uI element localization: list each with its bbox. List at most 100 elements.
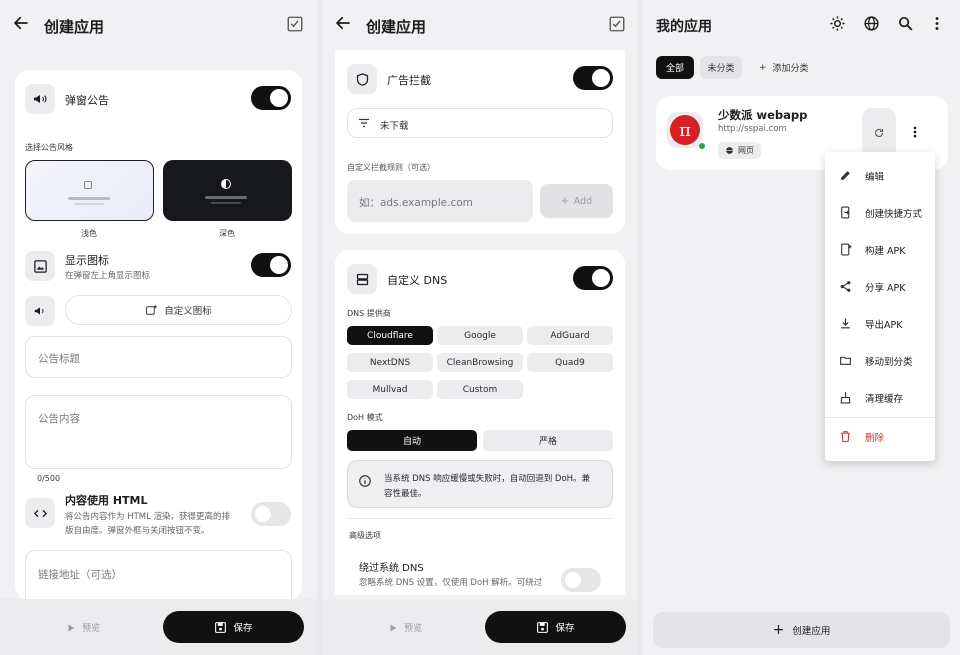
shield-icon — [347, 64, 377, 94]
preview-button[interactable]: 预览 — [66, 621, 100, 634]
preview-label: 预览 — [82, 624, 101, 634]
checklist-icon[interactable] — [286, 15, 304, 33]
save-button[interactable]: 保存 — [485, 611, 626, 643]
add-rule-label: Add — [573, 195, 593, 207]
refresh-button[interactable] — [862, 108, 896, 158]
provider-chip-cleanbrowsing[interactable]: CleanBrowsing — [437, 353, 523, 372]
save-label: 保存 — [555, 623, 575, 634]
style-dark-option[interactable] — [163, 160, 292, 221]
provider-chip-cloudflare[interactable]: Cloudflare — [347, 326, 433, 345]
web-icon — [726, 147, 733, 154]
dns-card: 自定义 DNS DNS 提供商 Cloudflare Google AdGuar… — [335, 250, 625, 595]
html-sub-line-2: 版自由度。弹窗外框与关闭按钮不变。 — [65, 526, 210, 536]
screen-create-app-announcement: 创建应用 弹窗公告 选择公告风格 浅色 深色 显示图标 在弹窗左上角显示图标 自… — [0, 0, 317, 655]
announcement-title-placeholder: 公告标题 — [38, 353, 80, 365]
adblock-label: 广告拦截 — [387, 74, 431, 87]
edit-icon — [825, 169, 865, 182]
announcement-content-input[interactable]: 公告内容 — [25, 395, 292, 469]
more-vert-icon[interactable] — [912, 125, 918, 139]
menu-label-export-apk: 导出APK — [865, 319, 903, 331]
not-downloaded-label: 未下载 — [380, 121, 409, 132]
dns-server-icon — [347, 264, 377, 294]
bypass-label: 绕过系统 DNS — [359, 563, 424, 574]
style-light-label: 浅色 — [81, 229, 97, 238]
search-icon[interactable] — [897, 15, 914, 32]
announcement-title-input[interactable]: 公告标题 — [25, 336, 292, 378]
custom-icon-button[interactable]: 自定义图标 — [65, 295, 292, 325]
checklist-icon[interactable] — [608, 15, 626, 33]
app-icon: π — [667, 112, 706, 150]
menu-label-edit: 编辑 — [865, 171, 885, 183]
link-placeholder: 链接地址（可选） — [38, 569, 122, 581]
adblock-toggle[interactable] — [573, 66, 613, 90]
tab-all[interactable]: 全部 — [656, 56, 694, 79]
provider-chip-google[interactable]: Google — [437, 326, 523, 345]
status-dot — [698, 142, 706, 150]
more-vert-icon[interactable] — [933, 15, 941, 32]
provider-chip-quad9[interactable]: Quad9 — [527, 353, 613, 372]
menu-item-share-apk[interactable]: 分享 APK — [825, 268, 935, 305]
style-label: 选择公告风格 — [25, 143, 73, 152]
provider-chip-custom[interactable]: Custom — [437, 380, 523, 399]
show-icon-toggle[interactable] — [251, 253, 291, 277]
add-rule-button[interactable]: + Add — [540, 184, 613, 218]
add-image-icon — [145, 304, 158, 317]
doh-strict-option[interactable]: 严格 — [483, 430, 613, 451]
screen-my-apps: 我的应用 全部 未分类 + 添加分类 π 少数派 webapp http://s… — [643, 0, 960, 655]
doh-auto-option[interactable]: 自动 — [347, 430, 477, 451]
bottom-action-bar: 预览 保存 — [322, 599, 638, 655]
show-icon-sub: 在弹窗左上角显示图标 — [65, 271, 151, 281]
menu-item-edit[interactable]: 编辑 — [825, 157, 935, 194]
back-arrow-icon[interactable] — [334, 14, 352, 32]
app-type-badge: 网页 — [718, 142, 761, 159]
brightness-icon[interactable] — [829, 15, 846, 32]
add-category-label: 添加分类 — [772, 64, 809, 74]
megaphone-small-icon — [25, 296, 55, 326]
provider-chip-mullvad[interactable]: Mullvad — [347, 380, 433, 399]
menu-label-clear-cache: 清理缓存 — [865, 393, 904, 405]
menu-item-create-shortcut[interactable]: 创建快捷方式 — [825, 194, 935, 231]
trash-icon — [825, 430, 865, 443]
filter-icon — [358, 118, 370, 128]
menu-item-delete[interactable]: 删除 — [825, 418, 935, 455]
menu-label-delete: 删除 — [865, 432, 885, 444]
save-button[interactable]: 保存 — [163, 611, 304, 643]
plus-icon: + — [759, 62, 767, 73]
menu-item-move-category[interactable]: 移动到分类 — [825, 342, 935, 379]
menu-item-clear-cache[interactable]: 清理缓存 — [825, 379, 935, 416]
announcement-card: 弹窗公告 选择公告风格 浅色 深色 显示图标 在弹窗左上角显示图标 自定义图标 … — [15, 70, 302, 610]
show-icon-label: 显示图标 — [65, 254, 109, 267]
add-category-button[interactable]: + 添加分类 — [759, 61, 809, 75]
dns-provider-label: DNS 提供商 — [347, 309, 391, 318]
app-badge-label: 网页 — [738, 146, 754, 155]
html-label: 内容使用 HTML — [65, 494, 148, 507]
menu-item-export-apk[interactable]: 导出APK — [825, 305, 935, 342]
popup-toggle[interactable] — [251, 86, 291, 110]
menu-item-build-apk[interactable]: 构建 APK — [825, 231, 935, 268]
megaphone-icon — [25, 84, 55, 114]
globe-icon[interactable] — [863, 15, 880, 32]
app-context-menu: 编辑 创建快捷方式 构建 APK 分享 APK 导出APK 移动到分类 清理缓存 — [825, 152, 935, 461]
bottom-action-bar: 预览 保存 — [0, 599, 317, 655]
html-toggle[interactable] — [251, 502, 291, 526]
create-app-button[interactable]: + 创建应用 — [653, 612, 950, 648]
style-light-option[interactable] — [25, 160, 154, 221]
screen-create-app-network: 创建应用 广告拦截 未下载 自定义拦截规则（可选） 如：ads.example.… — [322, 0, 638, 655]
style-dark-label: 深色 — [219, 229, 235, 238]
provider-chip-adguard[interactable]: AdGuard — [527, 326, 613, 345]
page-title: 创建应用 — [366, 18, 427, 36]
rule-input[interactable]: 如：ads.example.com — [347, 180, 533, 222]
page-title: 我的应用 — [656, 19, 712, 35]
bypass-toggle[interactable] — [561, 568, 601, 592]
dns-toggle[interactable] — [573, 266, 613, 290]
app-url: http://sspai.com — [718, 124, 787, 134]
download-icon — [825, 317, 865, 330]
image-icon — [25, 251, 55, 281]
rules-status-row[interactable]: 未下载 — [347, 108, 613, 138]
char-count: 0/500 — [37, 474, 61, 483]
menu-label-move-category: 移动到分类 — [865, 356, 913, 368]
provider-chip-nextdns[interactable]: NextDNS — [347, 353, 433, 372]
preview-button[interactable]: 预览 — [388, 621, 422, 634]
back-arrow-icon[interactable] — [12, 14, 30, 32]
tab-uncategorized[interactable]: 未分类 — [700, 56, 742, 79]
